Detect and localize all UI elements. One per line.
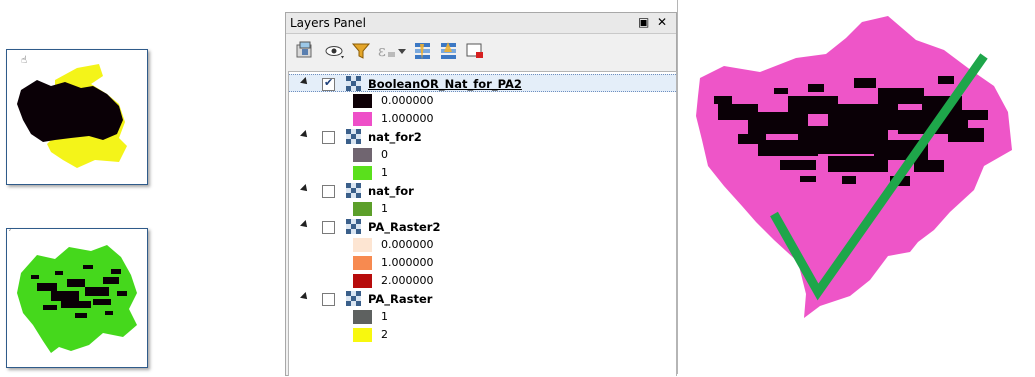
legend-item: 1 [289, 164, 676, 182]
map-canvas[interactable] [677, 0, 1035, 374]
legend-label: 0.000000 [381, 238, 434, 251]
legend-swatch [353, 166, 372, 180]
layers-panel: Layers Panel ▣ ✕ ε ✔ BooleanOR_Nat_for_P… [285, 12, 677, 376]
collapse-all-icon[interactable] [438, 40, 460, 62]
raster-layer-icon [346, 129, 361, 144]
dropdown-icon[interactable] [396, 40, 408, 62]
legend-item: 0 [289, 146, 676, 164]
legend-item: 1 [289, 200, 676, 218]
legend-label: 1 [381, 166, 388, 179]
panel-title: Layers Panel [290, 16, 366, 30]
collapse-arrow-icon[interactable] [300, 184, 310, 194]
collapse-arrow-icon[interactable] [300, 130, 310, 140]
layer-name: PA_Raster2 [368, 220, 441, 234]
collapse-arrow-icon[interactable] [300, 292, 310, 302]
layer-row[interactable]: PA_Raster2 [289, 218, 676, 236]
legend-label: 2 [381, 328, 388, 341]
close-icon[interactable]: ✕ [657, 15, 667, 29]
legend-item: 0.000000 [289, 236, 676, 254]
visibility-icon[interactable] [324, 40, 346, 62]
layer-row[interactable]: PA_Raster [289, 290, 676, 308]
layer-name: nat_for [368, 184, 414, 198]
legend-label: 0.000000 [381, 94, 434, 107]
expression-filter-icon[interactable]: ε [376, 40, 398, 62]
thumbnail-yellow-black: ☝ [6, 49, 148, 185]
layer-row[interactable]: BooleanOR_Nat_for_PA2 [289, 74, 676, 92]
legend-item: 1 [289, 308, 676, 326]
legend-label: 0 [381, 148, 388, 161]
layer-row[interactable]: nat_for2 [289, 128, 676, 146]
boolean-or-map [696, 16, 1012, 318]
collapse-arrow-icon[interactable] [300, 220, 310, 230]
layer-tree: BooleanOR_Nat_for_PA2 0.000000 1.000000 … [288, 71, 677, 376]
filter-icon[interactable] [350, 40, 372, 62]
layer-name: PA_Raster [368, 292, 433, 306]
legend-label: 1.000000 [381, 256, 434, 269]
black-region [17, 80, 123, 142]
thumbnail-green: ′ [6, 228, 148, 368]
layer-visibility-checkbox[interactable] [322, 131, 335, 144]
layer-visibility-checkbox[interactable] [322, 185, 335, 198]
add-group-icon[interactable] [294, 40, 316, 62]
legend-label: 1.000000 [381, 112, 434, 125]
legend-swatch [353, 274, 372, 288]
layer-visibility-checkbox[interactable] [322, 76, 335, 91]
legend-swatch [353, 238, 372, 252]
legend-item: 1.000000 [289, 110, 676, 128]
float-icon[interactable]: ▣ [638, 15, 649, 29]
legend-swatch [353, 310, 372, 324]
legend-swatch [353, 112, 372, 126]
raster-layer-icon [346, 183, 361, 198]
legend-item: 2 [289, 326, 676, 344]
layer-visibility-checkbox[interactable] [322, 221, 335, 234]
panel-titlebar[interactable]: Layers Panel ▣ ✕ [286, 13, 676, 34]
legend-label: 2.000000 [381, 274, 434, 287]
layer-visibility-checkbox[interactable] [322, 293, 335, 306]
remove-layer-icon[interactable] [464, 40, 486, 62]
panel-toolbar: ε [286, 34, 676, 68]
legend-swatch [353, 328, 372, 342]
legend-swatch [353, 94, 372, 108]
legend-item: 1.000000 [289, 254, 676, 272]
layer-row[interactable]: nat_for [289, 182, 676, 200]
layer-name: nat_for2 [368, 130, 422, 144]
raster-layer-icon [346, 291, 361, 306]
expand-all-icon[interactable] [412, 40, 434, 62]
raster-layer-icon [346, 76, 361, 91]
green-map [17, 245, 137, 353]
collapse-arrow-icon[interactable] [300, 77, 310, 87]
legend-item: 0.000000 [289, 92, 676, 110]
legend-swatch [353, 148, 372, 162]
svg-text:ε: ε [378, 42, 386, 60]
raster-layer-icon [346, 219, 361, 234]
legend-label: 1 [381, 202, 388, 215]
legend-swatch [353, 256, 372, 270]
layer-name: BooleanOR_Nat_for_PA2 [368, 77, 522, 91]
legend-label: 1 [381, 310, 388, 323]
yellow-black-map [17, 64, 127, 168]
legend-item: 2.000000 [289, 272, 676, 290]
legend-swatch [353, 202, 372, 216]
